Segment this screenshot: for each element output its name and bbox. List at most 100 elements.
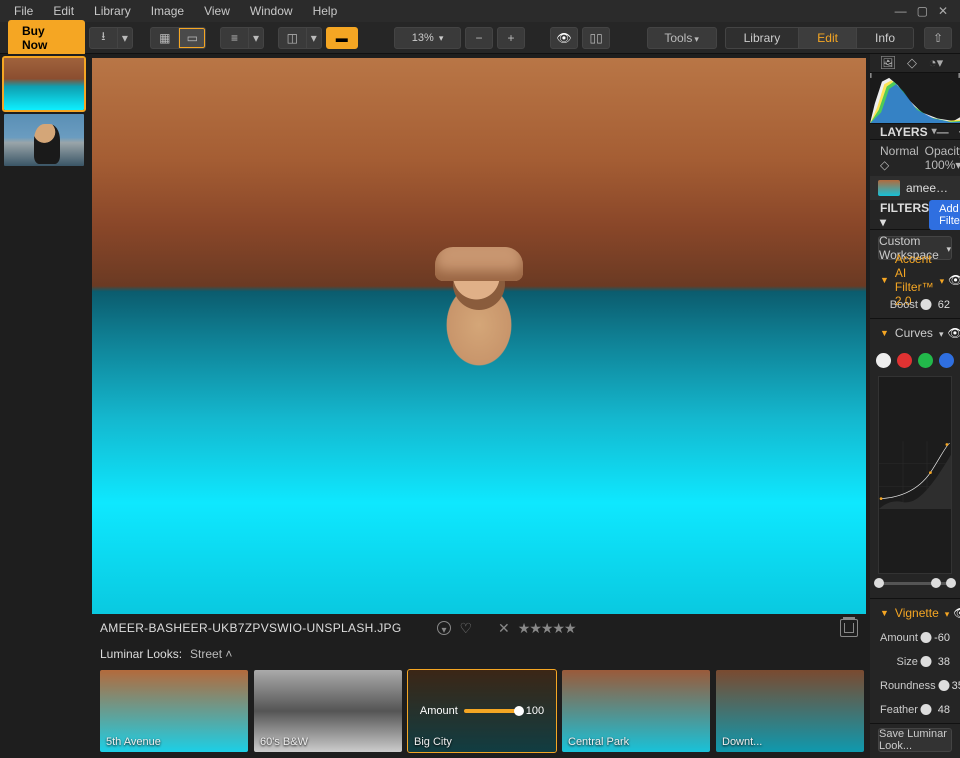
histogram-layers-icon[interactable]: ◇: [904, 55, 920, 71]
look-60s-bw[interactable]: 60's B&W: [254, 670, 402, 752]
filters-header: FILTERS ▾ Add Filters: [870, 200, 960, 230]
looks-category-dropdown[interactable]: Street ˄: [190, 647, 232, 661]
filter-accent-header[interactable]: ▼ Accent AI Filter™ 2.0: [870, 266, 960, 294]
layer-thumbnail: [878, 180, 900, 196]
compare-icon[interactable]: ▯▯: [582, 27, 610, 49]
layer-options: Normal ◇ Opacity: 100%▾ ▾: [870, 140, 960, 176]
curves-range-sliders[interactable]: [878, 576, 952, 592]
channel-blue[interactable]: [939, 353, 954, 368]
slider-value: 35: [952, 680, 960, 692]
look-downtown[interactable]: Downt...: [716, 670, 864, 752]
filter-visibility-icon[interactable]: [947, 326, 960, 340]
thumbnail-strip: [0, 54, 88, 758]
looks-strip: 5th Avenue 60's B&W Amount 100 Big City …: [88, 666, 870, 758]
zoom-in-button[interactable]: [497, 27, 525, 49]
view-single-icon[interactable]: ▭: [178, 27, 206, 49]
tools-label: Tools: [664, 31, 692, 45]
filter-curves-header[interactable]: ▼ Curves: [870, 319, 960, 347]
histogram[interactable]: [870, 73, 960, 123]
menu-help[interactable]: Help: [303, 2, 348, 20]
thumbnail-2[interactable]: [4, 114, 84, 166]
chevron-down-icon: [937, 326, 944, 340]
opacity-control[interactable]: Opacity: 100%▾: [925, 144, 960, 172]
layers-section-header[interactable]: LAYERS▾ —+: [870, 123, 960, 140]
look-label: Big City: [414, 736, 452, 748]
looks-bar: Luminar Looks: Street ˄: [88, 642, 870, 666]
canvas-area: AMEER-BASHEER-UKB7ZPVSWIO-UNSPLASH.JPG ♡…: [88, 54, 870, 758]
histogram-clock-icon[interactable]: ◔▾: [928, 55, 944, 71]
favorite-icon[interactable]: ♡: [459, 620, 472, 637]
align-menu-icon[interactable]: ▾: [248, 27, 264, 49]
menu-window[interactable]: Window: [240, 2, 303, 20]
menu-file[interactable]: File: [4, 2, 43, 20]
panels-menu-icon[interactable]: ▾: [306, 27, 322, 49]
chevron-down-icon: [938, 273, 945, 287]
rating-stars[interactable]: ★★★★★: [518, 620, 576, 637]
slider-value: 62: [934, 299, 950, 311]
menu-view[interactable]: View: [194, 2, 240, 20]
filename-label: AMEER-BASHEER-UKB7ZPVSWIO-UNSPLASH.JPG: [100, 621, 401, 635]
triangle-down-icon: ▼: [880, 608, 889, 618]
trash-icon[interactable]: [840, 619, 858, 637]
look-big-city[interactable]: Amount 100 Big City: [408, 670, 556, 752]
save-look-button[interactable]: Save Luminar Look...: [878, 728, 952, 752]
window-close-icon[interactable]: ✕: [938, 4, 948, 18]
tools-dropdown[interactable]: Tools: [647, 27, 717, 49]
filter-visibility-icon[interactable]: [948, 273, 960, 287]
channel-green[interactable]: [918, 353, 933, 368]
filter-vignette-header[interactable]: ▼ Vignette: [870, 599, 960, 627]
share-icon[interactable]: ⇧: [924, 27, 952, 49]
look-label: Downt...: [722, 736, 762, 748]
export-icon[interactable]: ⭳: [89, 27, 117, 49]
vignette-amount-row: Amount-60: [870, 627, 960, 651]
layer-minus-icon[interactable]: —: [937, 125, 949, 139]
panels-icon[interactable]: ◫: [278, 27, 306, 49]
tab-edit[interactable]: Edit: [798, 27, 856, 49]
slider-value: 48: [934, 704, 950, 716]
look-amount-slider[interactable]: [464, 709, 520, 713]
filter-curves: ▼ Curves: [870, 319, 960, 599]
layer-row[interactable]: ameer-basheer-UKB7zPVswIo-uns...: [870, 176, 960, 200]
add-filters-button[interactable]: Add Filters: [929, 200, 960, 230]
channel-red[interactable]: [897, 353, 912, 368]
filter-visibility-icon[interactable]: [953, 606, 960, 620]
color-label-picker[interactable]: [437, 621, 451, 635]
window-minimize-icon[interactable]: —: [895, 4, 907, 18]
menu-edit[interactable]: Edit: [43, 2, 84, 20]
window-maximize-icon[interactable]: ▢: [917, 4, 928, 18]
menu-image[interactable]: Image: [141, 2, 194, 20]
export-menu-icon[interactable]: ▾: [117, 27, 133, 49]
tab-info[interactable]: Info: [856, 27, 914, 49]
channel-luma[interactable]: [876, 353, 891, 368]
curves-channel-picker: [870, 347, 960, 374]
slider-label: Feather: [880, 704, 918, 716]
zoom-level[interactable]: 13%: [394, 27, 461, 49]
filmstrip-toggle-icon[interactable]: ▬: [326, 27, 358, 49]
chevron-up-icon: ˄: [225, 647, 232, 661]
thumbnail-1[interactable]: [4, 58, 84, 110]
view-grid-icon[interactable]: ▦: [150, 27, 178, 49]
toolbar: Buy Now ⭳ ▾ ▦ ▭ ≡ ▾ ◫ ▾ ▬ 13% ▯▯ Tools L…: [0, 22, 960, 54]
triangle-down-icon: ▼: [880, 275, 889, 285]
buy-now-button[interactable]: Buy Now: [8, 20, 85, 56]
image-canvas[interactable]: [92, 58, 866, 614]
tab-library[interactable]: Library: [725, 27, 799, 49]
slider-label: Size: [880, 656, 918, 668]
curves-black-point[interactable]: [874, 578, 884, 588]
look-5th-avenue[interactable]: 5th Avenue: [100, 670, 248, 752]
align-icon[interactable]: ≡: [220, 27, 248, 49]
preview-eye-icon[interactable]: [550, 27, 578, 49]
curves-graph[interactable]: [878, 376, 952, 574]
slider-value: -60: [934, 632, 950, 644]
look-central-park[interactable]: Central Park: [562, 670, 710, 752]
curves-white-point[interactable]: [946, 578, 956, 588]
panel-header-icons: 🖼 ◇ ◔▾: [870, 54, 960, 73]
menu-library[interactable]: Library: [84, 2, 141, 20]
histogram-image-icon[interactable]: 🖼: [880, 55, 896, 71]
boost-slider-row: Boost 62: [870, 294, 960, 318]
curves-gray-point[interactable]: [931, 578, 941, 588]
zoom-out-button[interactable]: [465, 27, 493, 49]
look-label: 5th Avenue: [106, 736, 161, 748]
blend-mode-dropdown[interactable]: Normal ◇: [880, 144, 919, 172]
reject-icon[interactable]: ✕: [498, 620, 510, 637]
